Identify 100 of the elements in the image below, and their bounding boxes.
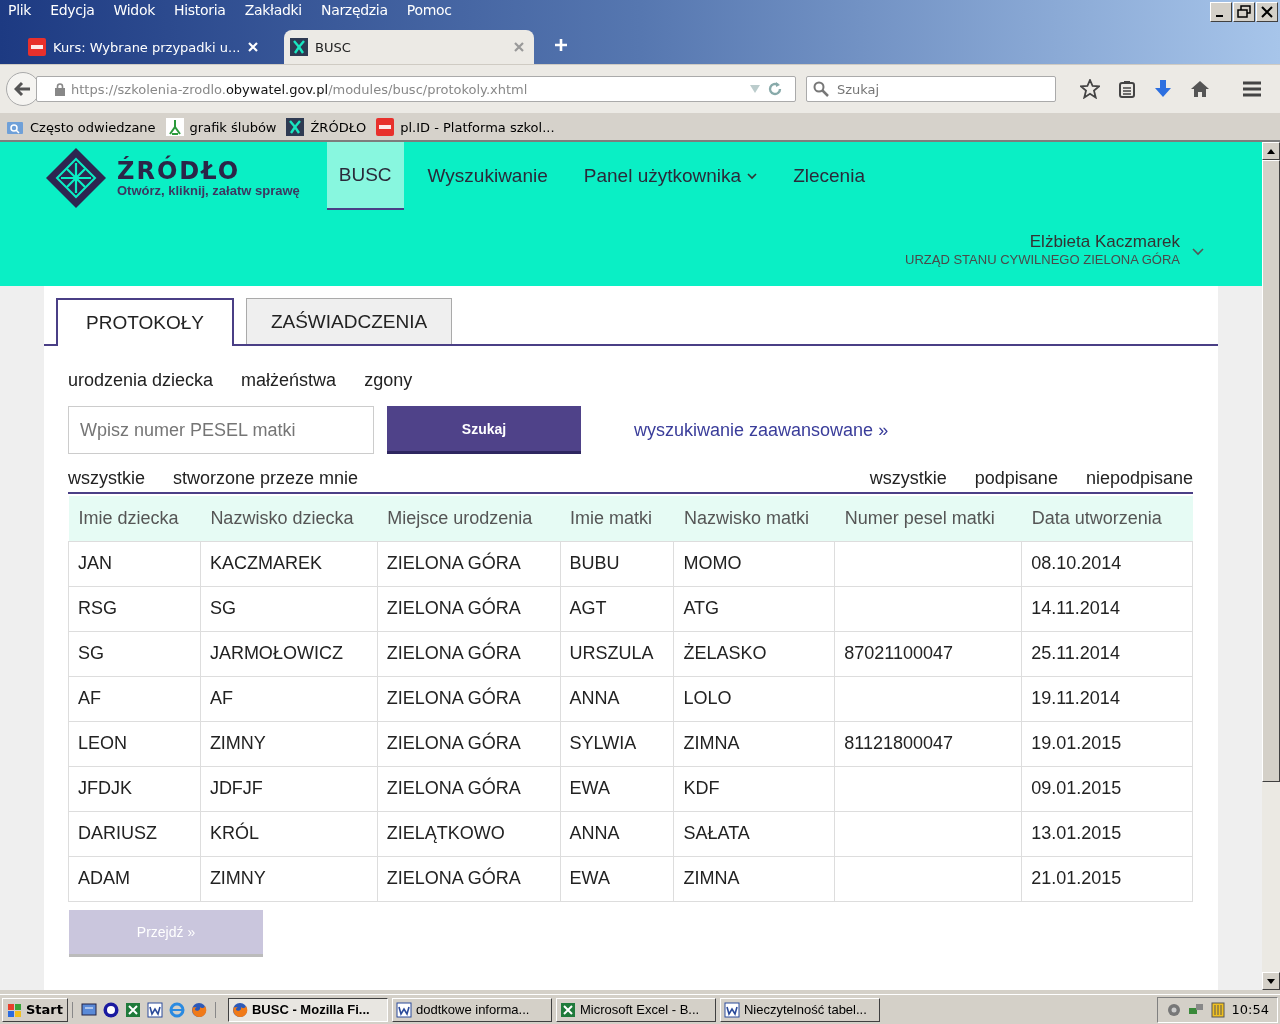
firefox-icon[interactable]	[191, 1001, 207, 1018]
x-logo-icon	[290, 38, 308, 56]
battery-icon	[1209, 1001, 1226, 1018]
category-link[interactable]: małżeństwa	[241, 370, 337, 396]
new-tab-icon[interactable]	[554, 38, 568, 52]
up-arrow-icon	[1267, 148, 1275, 154]
taskbar-window-button[interactable]: Microsoft Excel - B...	[556, 997, 716, 1022]
table-cell: AF	[68, 676, 201, 721]
table-cell: LEON	[68, 721, 201, 766]
menu-item[interactable]: Zakładki	[244, 2, 302, 24]
bookmark-link[interactable]: pl.ID - Platforma szkol...	[400, 119, 555, 135]
table-cell: 25.11.2014	[1021, 631, 1193, 676]
filter-link[interactable]: stworzone przeze mnie	[173, 468, 359, 492]
table-cell: AF	[200, 676, 378, 721]
table-cell: EWA	[560, 766, 674, 811]
windows-flag-icon	[7, 1001, 23, 1018]
category-link[interactable]: zgony	[364, 370, 413, 396]
bookmark-link[interactable]: Często odwiedzane	[30, 119, 156, 135]
table-cell: ADAM	[68, 856, 201, 901]
table-cell: SAŁATA	[673, 811, 835, 856]
browser-tab[interactable]: BUSC	[284, 30, 534, 64]
pesel-field[interactable]: Wpisz numer PESEL matki	[68, 406, 374, 454]
usc-disc-icon[interactable]	[103, 1001, 119, 1018]
browser-tab[interactable]: Kurs: Wybrane przypadki u...	[22, 30, 264, 64]
back-arrow-icon	[14, 81, 32, 97]
table-cell: BUBU	[560, 541, 674, 586]
chevron-down-icon[interactable]	[1192, 248, 1204, 256]
menu-item[interactable]: Historia	[174, 2, 226, 24]
menu-item[interactable]: Pomoc	[406, 2, 452, 24]
taskbar-window-button[interactable]: Nieczytelność tabel...	[720, 997, 880, 1022]
table-cell: ATG	[673, 586, 835, 631]
tree-icon	[165, 118, 184, 136]
x-logo-icon	[286, 118, 305, 136]
column-header[interactable]: Imie dziecka	[68, 496, 201, 541]
start-button[interactable]: Start	[2, 997, 68, 1022]
bookmark-link[interactable]: ŹRÓDŁO	[310, 119, 367, 135]
table-cell: ZIELONA GÓRA	[377, 541, 561, 586]
scroll-up-button[interactable]	[1262, 142, 1280, 160]
firefox-icon	[232, 1001, 248, 1018]
clipboard-icon[interactable]	[1118, 80, 1136, 98]
filter-link[interactable]: wszystkie	[68, 468, 145, 492]
star-icon[interactable]	[1080, 79, 1100, 99]
filter-link[interactable]: podpisane	[974, 468, 1058, 488]
nav-item[interactable]: Panel użytkownika	[571, 142, 770, 210]
column-header[interactable]: Miejsce urodzenia	[377, 496, 561, 541]
spreadsheet-icon[interactable]	[125, 1001, 141, 1018]
table-cell: 14.11.2014	[1021, 586, 1193, 631]
restore-icon[interactable]	[1233, 2, 1255, 22]
scrollbar-thumb[interactable]	[1262, 160, 1280, 782]
table-cell: ZIMNA	[673, 856, 835, 901]
column-header[interactable]: Data utworzenia	[1021, 496, 1193, 541]
table-cell: JFDJK	[68, 766, 201, 811]
tab[interactable]: PROTOKOŁY	[56, 298, 234, 346]
table-cell: ZIELONA GÓRA	[377, 856, 561, 901]
menu-icon[interactable]	[1242, 81, 1262, 97]
column-header[interactable]: Imie matki	[560, 496, 674, 541]
column-header[interactable]: Numer pesel matki	[834, 496, 1022, 541]
table-cell: SG	[68, 631, 201, 676]
table-cell: RSG	[68, 586, 201, 631]
speaker-icon	[1165, 1001, 1182, 1018]
table-cell: KRÓL	[200, 811, 378, 856]
menu-item[interactable]: Edycja	[50, 2, 95, 24]
tab[interactable]: ZAŚWIADCZENIA	[245, 298, 453, 344]
search-button[interactable]: Szukaj	[387, 406, 581, 454]
home-icon[interactable]	[1190, 80, 1210, 98]
table-cell: 81121800047	[834, 721, 1022, 766]
menu-item[interactable]: Widok	[113, 2, 156, 24]
bookmark-link[interactable]: grafik ślubów	[189, 119, 277, 135]
table-cell: SG	[200, 586, 378, 631]
category-link[interactable]: urodzenia dziecka	[68, 370, 214, 396]
table-cell: JAN	[68, 541, 201, 586]
desktop-icon[interactable]	[81, 1001, 97, 1018]
table-cell: ZIELONA GÓRA	[377, 586, 561, 631]
download-icon[interactable]	[1154, 79, 1172, 99]
filter-link[interactable]: niepodpisane	[1085, 468, 1193, 488]
scroll-down-button[interactable]	[1262, 972, 1280, 990]
taskbar-window-button[interactable]: BUSC - Mozilla Fi...	[228, 997, 388, 1022]
table-cell: ZIMNA	[673, 721, 835, 766]
taskbar-window-button[interactable]: dodtkowe informa...	[392, 997, 552, 1022]
table-cell: ZIELONA GÓRA	[377, 721, 561, 766]
advanced-search-link[interactable]: wyszukiwanie zaawansowane »	[634, 419, 889, 441]
table-cell: ZIELONA GÓRA	[377, 676, 561, 721]
column-header[interactable]: Nazwisko matki	[673, 496, 835, 541]
filter-link[interactable]: wszystkie	[869, 468, 947, 488]
menu-item[interactable]: Plik	[8, 2, 32, 24]
spreadsheet-icon	[560, 1001, 576, 1018]
nav-item[interactable]: Zlecenia	[781, 142, 877, 210]
table-cell: AGT	[560, 586, 674, 631]
table-cell: 13.01.2015	[1021, 811, 1193, 856]
table-cell: ZIELONA GÓRA	[377, 631, 561, 676]
minimize-icon[interactable]	[1210, 2, 1232, 22]
table-cell: KDF	[673, 766, 835, 811]
search-field[interactable]: Szukaj	[806, 76, 1056, 102]
nav-item[interactable]: Wyszukiwanie	[415, 142, 560, 210]
menu-item[interactable]: Narzędzia	[320, 2, 388, 24]
column-header[interactable]: Nazwisko dziecka	[200, 496, 378, 541]
word-doc-icon[interactable]	[147, 1001, 163, 1018]
nav-item[interactable]: BUSC	[326, 142, 404, 210]
table-cell: JDFJF	[200, 766, 378, 811]
pl-id-icon	[376, 118, 395, 136]
